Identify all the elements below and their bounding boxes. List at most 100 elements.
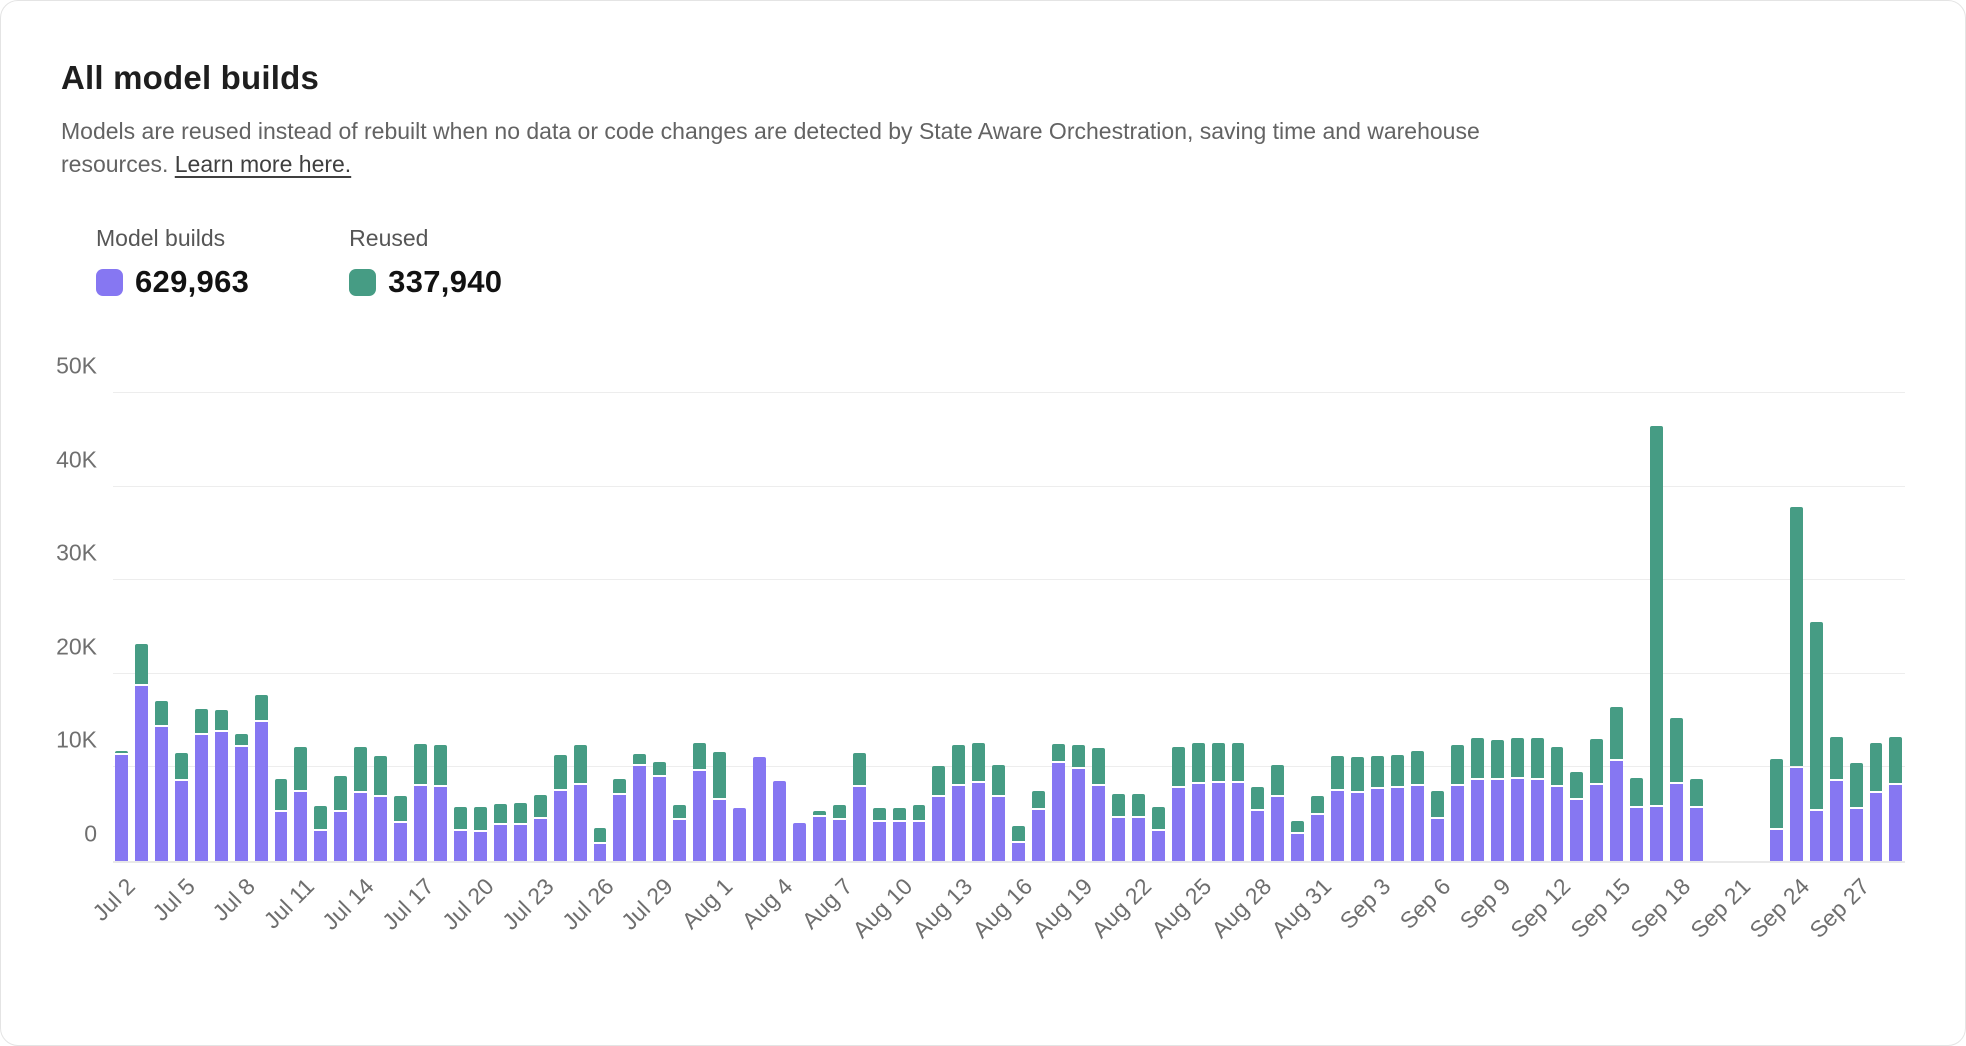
bar-segment-reused[interactable] <box>1351 757 1364 791</box>
bar-segment-reused[interactable] <box>893 808 906 820</box>
bar-segment-reused[interactable] <box>1531 738 1544 777</box>
bar-group-jul-10[interactable] <box>275 393 288 861</box>
bar-segment-reused[interactable] <box>1212 743 1225 781</box>
bar-group-aug-31[interactable]: Aug 31 <box>1311 393 1324 861</box>
bar-group-aug-5[interactable] <box>793 393 806 861</box>
bar-segment-reused[interactable] <box>1232 743 1245 781</box>
bar-segment-model-builds[interactable] <box>1471 780 1484 861</box>
bar-segment-reused[interactable] <box>853 753 866 785</box>
bar-segment-reused[interactable] <box>1012 826 1025 841</box>
bar-group-sep-8[interactable] <box>1471 393 1484 861</box>
bar-segment-model-builds[interactable] <box>474 832 487 861</box>
bar-group-sep-2[interactable] <box>1351 393 1364 861</box>
bar-segment-reused[interactable] <box>932 766 945 795</box>
bar-group-aug-19[interactable]: Aug 19 <box>1072 393 1085 861</box>
bar-segment-model-builds[interactable] <box>514 825 527 861</box>
bar-group-sep-12[interactable]: Sep 12 <box>1551 393 1564 861</box>
bar-group-sep-10[interactable] <box>1511 393 1524 861</box>
bar-group-aug-21[interactable] <box>1112 393 1125 861</box>
bar-segment-reused[interactable] <box>1072 745 1085 767</box>
bar-segment-reused[interactable] <box>294 747 307 790</box>
bar-segment-reused[interactable] <box>1291 821 1304 832</box>
bar-segment-model-builds[interactable] <box>1870 793 1883 861</box>
bar-group-jul-4[interactable] <box>155 393 168 861</box>
bar-segment-model-builds[interactable] <box>1411 786 1424 861</box>
bar-segment-model-builds[interactable] <box>733 808 746 861</box>
bar-segment-reused[interactable] <box>1570 772 1583 798</box>
bar-segment-model-builds[interactable] <box>713 800 726 861</box>
bar-segment-reused[interactable] <box>414 744 427 784</box>
bar-segment-reused[interactable] <box>1371 756 1384 787</box>
bar-segment-model-builds[interactable] <box>1311 815 1324 861</box>
bar-segment-reused[interactable] <box>394 796 407 820</box>
bar-segment-model-builds[interactable] <box>1192 784 1205 861</box>
bar-segment-model-builds[interactable] <box>195 735 208 861</box>
bar-group-sep-13[interactable] <box>1570 393 1583 861</box>
bar-segment-reused[interactable] <box>1670 718 1683 783</box>
bar-segment-model-builds[interactable] <box>1251 811 1264 861</box>
bar-segment-model-builds[interactable] <box>833 820 846 861</box>
bar-group-sep-4[interactable] <box>1391 393 1404 861</box>
bar-segment-reused[interactable] <box>1311 796 1324 813</box>
bar-segment-model-builds[interactable] <box>1690 808 1703 861</box>
bar-segment-reused[interactable] <box>275 779 288 810</box>
bar-segment-reused[interactable] <box>334 776 347 811</box>
bar-segment-model-builds[interactable] <box>1371 789 1384 861</box>
bar-segment-reused[interactable] <box>1112 794 1125 816</box>
bar-group-sep-9[interactable]: Sep 9 <box>1491 393 1504 861</box>
bar-segment-reused[interactable] <box>155 701 168 725</box>
bar-segment-reused[interactable] <box>594 828 607 842</box>
bar-segment-reused[interactable] <box>1391 755 1404 786</box>
bar-segment-reused[interactable] <box>215 710 228 730</box>
bar-segment-reused[interactable] <box>1590 739 1603 783</box>
bar-segment-model-builds[interactable] <box>1491 780 1504 861</box>
bar-group-sep-21[interactable]: Sep 21 <box>1730 393 1743 861</box>
bar-segment-reused[interactable] <box>1830 737 1843 778</box>
bar-group-jul-21[interactable] <box>494 393 507 861</box>
bar-segment-model-builds[interactable] <box>873 822 886 861</box>
bar-group-jul-3[interactable] <box>135 393 148 861</box>
bar-segment-model-builds[interactable] <box>1072 769 1085 861</box>
bar-segment-model-builds[interactable] <box>1451 786 1464 861</box>
bar-segment-model-builds[interactable] <box>1152 831 1165 861</box>
bar-segment-reused[interactable] <box>1870 743 1883 791</box>
bar-segment-model-builds[interactable] <box>215 732 228 861</box>
bar-group-aug-9[interactable] <box>873 393 886 861</box>
bar-segment-model-builds[interactable] <box>1052 763 1065 861</box>
bar-segment-model-builds[interactable] <box>1172 788 1185 861</box>
bar-segment-reused[interactable] <box>913 805 926 820</box>
bar-segment-model-builds[interactable] <box>773 781 786 861</box>
bar-group-aug-15[interactable] <box>992 393 1005 861</box>
bar-group-jul-29[interactable]: Jul 29 <box>653 393 666 861</box>
bar-group-aug-30[interactable] <box>1291 393 1304 861</box>
bar-segment-model-builds[interactable] <box>594 844 607 861</box>
bar-group-sep-7[interactable] <box>1451 393 1464 861</box>
bar-segment-model-builds[interactable] <box>454 831 467 861</box>
bar-segment-model-builds[interactable] <box>1551 787 1564 861</box>
bar-segment-model-builds[interactable] <box>554 791 567 861</box>
bar-group-aug-6[interactable] <box>813 393 826 861</box>
bar-segment-model-builds[interactable] <box>354 793 367 861</box>
bar-group-aug-13[interactable]: Aug 13 <box>952 393 965 861</box>
bar-group-jul-6[interactable] <box>195 393 208 861</box>
bar-segment-model-builds[interactable] <box>1650 807 1663 861</box>
bar-segment-model-builds[interactable] <box>633 766 646 861</box>
bar-group-sep-23[interactable] <box>1770 393 1783 861</box>
bar-segment-model-builds[interactable] <box>374 797 387 861</box>
bar-segment-reused[interactable] <box>534 795 547 817</box>
bar-segment-model-builds[interactable] <box>972 783 985 861</box>
bar-group-sep-19[interactable] <box>1690 393 1703 861</box>
bar-segment-model-builds[interactable] <box>813 817 826 861</box>
bar-segment-reused[interactable] <box>255 695 268 720</box>
bar-segment-reused[interactable] <box>1770 759 1783 828</box>
bar-segment-model-builds[interactable] <box>693 771 706 861</box>
bar-group-sep-11[interactable] <box>1531 393 1544 861</box>
bar-segment-reused[interactable] <box>1451 745 1464 784</box>
bar-segment-reused[interactable] <box>554 755 567 789</box>
bar-segment-reused[interactable] <box>1690 779 1703 806</box>
bar-segment-reused[interactable] <box>1172 747 1185 786</box>
bar-segment-model-builds[interactable] <box>1092 786 1105 861</box>
bar-segment-reused[interactable] <box>1331 756 1344 789</box>
bar-segment-model-builds[interactable] <box>653 777 666 861</box>
bar-segment-model-builds[interactable] <box>1391 788 1404 861</box>
